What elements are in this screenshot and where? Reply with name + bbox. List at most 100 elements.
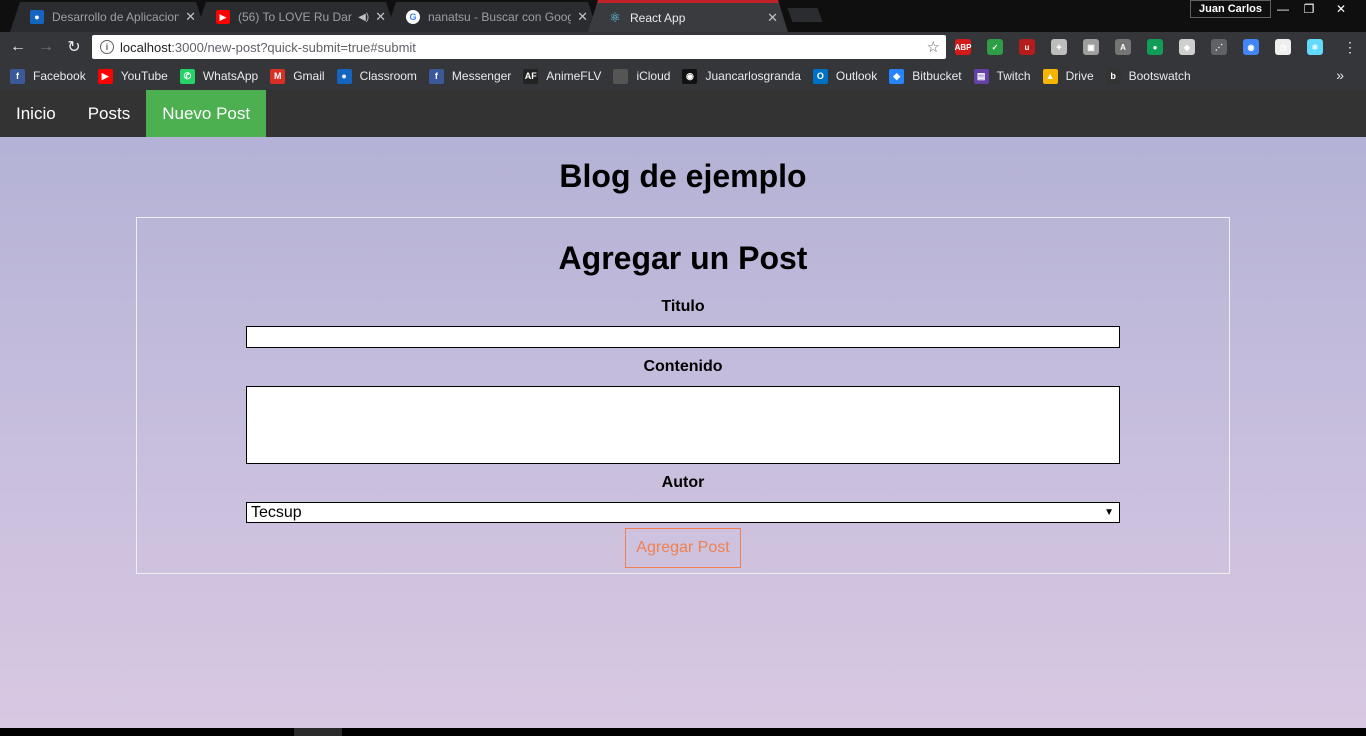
globe-icon[interactable]: ◉ [1243, 39, 1259, 55]
dropdown-arrow-icon: ▼ [1104, 507, 1114, 518]
bookmark-facebook[interactable]: f Facebook [10, 68, 86, 84]
more-bookmarks-icon[interactable]: » [1336, 67, 1344, 83]
profile-button[interactable]: Juan Carlos [1190, 0, 1271, 18]
forward-arrow-icon[interactable]: → [36, 38, 56, 56]
bookmark-label: Juancarlosgranda [705, 69, 801, 83]
github-icon: ◉ [682, 68, 698, 84]
facebook-icon: f [428, 68, 444, 84]
browser-tab[interactable]: ● Desarrollo de Aplicaciones ✕ [10, 2, 206, 32]
tab-title: nanatsu - Buscar con Google [428, 10, 572, 24]
speaker-icon[interactable]: ◀) [358, 12, 369, 23]
autor-label: Autor [661, 474, 705, 491]
tab-title: Desarrollo de Aplicaciones [52, 10, 180, 24]
bookmark-gmail[interactable]: M Gmail [270, 68, 325, 84]
youtube-icon: ▶ [97, 68, 113, 84]
bookmark-whatsapp[interactable]: ✆ WhatsApp [179, 68, 258, 84]
browser-tab[interactable]: ▶ (56) To LOVE Ru Darkness ◀) ✕ [196, 2, 396, 32]
youtube-icon: ▶ [216, 10, 230, 24]
ublock-icon[interactable]: u [1019, 39, 1035, 55]
address-bar[interactable]: i localhost:3000/new-post?quick-submit=t… [92, 35, 946, 59]
autor-selected-value: Tecsup [251, 503, 302, 521]
puzzle-icon[interactable]: ✦ [1051, 39, 1067, 55]
page-title: Blog de ejemplo [559, 158, 807, 194]
contenido-label: Contenido [643, 358, 723, 375]
tab-title: React App [630, 10, 686, 25]
bookmark-label: Twitch [996, 69, 1031, 83]
close-window-icon[interactable]: ✕ [1328, 0, 1354, 18]
bookmark-bootswatch[interactable]: b Bootswatch [1105, 68, 1191, 84]
bookmark-label: Bitbucket [912, 69, 962, 83]
close-tab-icon[interactable]: ✕ [767, 10, 778, 26]
titulo-input[interactable] [246, 326, 1120, 348]
bookmark-drive[interactable]: ▲ Drive [1042, 68, 1094, 84]
classroom-icon: ● [336, 68, 352, 84]
browser-tab[interactable]: G nanatsu - Buscar con Google ✕ [386, 2, 598, 32]
browser-toolbar: ← → ↻ i localhost:3000/new-post?quick-su… [0, 32, 1366, 62]
bookmark-twitch[interactable]: ▤ Twitch [973, 68, 1031, 84]
bookmark-label: iCloud [636, 69, 671, 83]
nav-link-nuevo-post[interactable]: Nuevo Post [146, 90, 267, 137]
cube-icon[interactable]: ◆ [1179, 39, 1195, 55]
close-tab-icon[interactable]: ✕ [185, 9, 196, 25]
autor-select[interactable]: Tecsup ▼ [246, 502, 1120, 523]
close-tab-icon[interactable]: ✕ [577, 9, 588, 25]
close-tab-icon[interactable]: ✕ [375, 9, 386, 25]
contenido-textarea[interactable] [246, 386, 1120, 464]
bookmark-outlook[interactable]: O Outlook [812, 68, 878, 84]
browser-tab-active[interactable]: ⚛ React App ✕ [588, 0, 788, 32]
form-title: Agregar un Post [558, 240, 808, 276]
facebook-icon: f [10, 68, 25, 84]
agregar-post-button[interactable]: Agregar Post [625, 528, 741, 568]
animeflv-icon: AF [523, 68, 539, 84]
bookmark-label: YouTube [120, 69, 168, 83]
twitch-icon: ▤ [973, 68, 989, 84]
new-tab-button[interactable] [787, 8, 823, 22]
reload-icon[interactable]: ↻ [64, 38, 84, 56]
adblock-plus-icon[interactable]: ABP [955, 39, 971, 55]
hangouts-icon[interactable]: ● [1147, 39, 1163, 55]
back-arrow-icon[interactable]: ← [8, 38, 28, 56]
google-icon: G [406, 10, 420, 24]
bitbucket-icon: ◆ [889, 68, 905, 84]
briefcase-icon[interactable]: ▣ [1083, 39, 1099, 55]
bookmark-label: Outlook [835, 69, 878, 83]
bookmark-messenger[interactable]: f Messenger [428, 68, 512, 84]
bookmark-classroom[interactable]: ● Classroom [336, 68, 417, 84]
bookmarks-bar: f Facebook ▶ YouTube ✆ WhatsApp M Gmail ● Classro… [0, 62, 1366, 90]
react-devtools-icon[interactable]: ⚛ [1307, 39, 1323, 55]
network-icon[interactable]: ⋰ [1211, 39, 1227, 55]
bookmark-bitbucket[interactable]: ◆ Bitbucket [889, 68, 962, 84]
os-taskbar [0, 728, 1366, 736]
site-info-icon[interactable]: i [100, 40, 114, 54]
bookmark-animeflv[interactable]: AF AnimeFLV [523, 68, 602, 84]
restore-icon[interactable]: ❐ [1296, 0, 1322, 18]
browser-menu-icon[interactable]: ⋮ [1343, 39, 1357, 56]
bookmark-icloud[interactable]: iCloud [613, 68, 671, 84]
titulo-label: Titulo [661, 298, 705, 315]
new-post-form: Agregar un Post Titulo Contenido Autor T… [136, 217, 1230, 574]
bookmark-label: Messenger [451, 69, 512, 83]
page-content: Inicio Posts Nuevo Post Blog de ejemplo … [0, 90, 1366, 728]
clock-icon[interactable]: ◷ [1275, 39, 1291, 55]
bookmark-label: Drive [1065, 69, 1094, 83]
pdf-icon[interactable]: A [1115, 39, 1131, 55]
bookmark-star-icon[interactable]: ☆ [927, 38, 940, 56]
nav-link-inicio[interactable]: Inicio [0, 90, 72, 137]
shield-check-icon[interactable]: ✓ [987, 39, 1003, 55]
nav-link-posts[interactable]: Posts [72, 90, 147, 137]
taskbar-item[interactable] [294, 728, 342, 736]
bootswatch-icon: b [1105, 68, 1121, 84]
bookmark-youtube[interactable]: ▶ YouTube [97, 68, 168, 84]
tab-title: (56) To LOVE Ru Darkness [238, 10, 352, 24]
classroom-icon: ● [30, 10, 44, 24]
browser-tab-strip: ● Desarrollo de Aplicaciones ✕ ▶ (56) To… [0, 0, 1366, 32]
bookmark-juancarlosgranda[interactable]: ◉ Juancarlosgranda [682, 68, 801, 84]
url-path: :3000/new-post?quick-submit=true#submit [171, 39, 416, 55]
bookmark-label: AnimeFLV [546, 69, 602, 83]
react-icon: ⚛ [609, 9, 621, 25]
url-host: localhost [120, 39, 172, 55]
apple-icon [613, 68, 629, 84]
outlook-icon: O [812, 68, 828, 84]
bookmark-label: Gmail [293, 69, 325, 83]
minimize-icon[interactable]: — [1270, 0, 1296, 18]
